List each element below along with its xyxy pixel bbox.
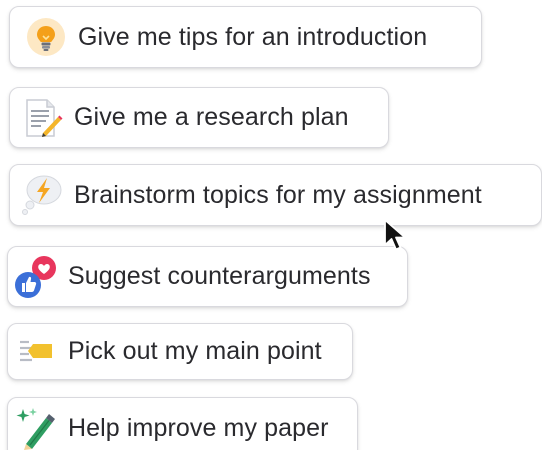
highlight-arrow-icon <box>14 330 58 374</box>
prompt-chip-main-point[interactable]: Pick out my main point <box>7 323 353 380</box>
prompt-suggestions-panel: Give me tips for an introduction Give me… <box>0 0 542 450</box>
prompt-label: Help improve my paper <box>68 413 329 442</box>
sparkle-pencil-icon <box>14 406 58 450</box>
prompt-chip-introduction-tips[interactable]: Give me tips for an introduction <box>9 6 482 68</box>
memo-pencil-icon <box>20 96 64 140</box>
prompt-label: Brainstorm topics for my assignment <box>74 180 482 209</box>
thought-bubble-lightning-icon <box>20 173 64 217</box>
heart-thumbs-up-icon <box>14 255 58 299</box>
prompt-chip-improve-paper[interactable]: Help improve my paper <box>7 397 358 450</box>
prompt-chip-brainstorm-topics[interactable]: Brainstorm topics for my assignment <box>9 164 542 226</box>
prompt-label: Give me tips for an introduction <box>78 22 428 51</box>
prompt-label: Pick out my main point <box>68 337 322 365</box>
prompt-chip-research-plan[interactable]: Give me a research plan <box>9 87 389 148</box>
prompt-label: Give me a research plan <box>74 103 349 131</box>
lightbulb-icon <box>24 15 68 59</box>
prompt-chip-counterarguments[interactable]: Suggest counterarguments <box>7 246 408 307</box>
prompt-label: Suggest counterarguments <box>68 262 371 290</box>
